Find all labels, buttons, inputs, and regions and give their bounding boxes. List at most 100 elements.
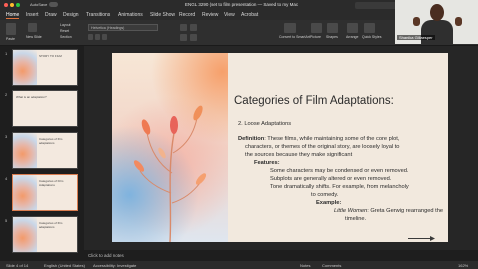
- align-center-icon[interactable]: [190, 34, 197, 41]
- close-window-icon[interactable]: [4, 3, 8, 7]
- thumb-number: 1: [5, 51, 8, 56]
- presenter-head: [430, 4, 444, 21]
- thumb-title: Categories of Film Adaptations: [39, 179, 64, 187]
- paste-icon[interactable]: [6, 23, 16, 35]
- example-title: Little Women: [334, 208, 368, 214]
- definition-label: Definition: [238, 136, 265, 142]
- slide-counter: Slide 4 of 14: [6, 262, 29, 268]
- features-label: Features:: [254, 160, 280, 166]
- zoom-level[interactable]: 162%: [458, 263, 468, 268]
- feature-3b: to comedy.: [311, 192, 339, 198]
- font-name-dropdown[interactable]: Helvetica (Headings): [88, 24, 158, 31]
- picture-icon[interactable]: [311, 23, 322, 33]
- example-line-1: Little Women: Greta Gerwig rearranged th…: [334, 208, 443, 214]
- presenter-name: Shanika Gillaesper: [397, 35, 435, 40]
- arrange-label: Arrange: [346, 35, 359, 39]
- thumb-artwork: [13, 217, 37, 252]
- tab-draw[interactable]: Draw: [45, 12, 57, 18]
- paste-label: Paste: [6, 37, 15, 41]
- features-label-text: Features: [254, 160, 278, 166]
- arrange-icon[interactable]: [347, 23, 358, 33]
- notes-placeholder: Click to add notes: [88, 252, 124, 258]
- autosave-label: AutoSave: [30, 2, 48, 7]
- tab-insert[interactable]: Insert: [26, 12, 39, 18]
- current-slide[interactable]: Categories of Film Adaptations: 2. Loose…: [112, 53, 448, 242]
- autosave-toggle[interactable]: [49, 2, 58, 7]
- maximize-window-icon[interactable]: [16, 3, 20, 7]
- shapes-label: Shapes: [326, 35, 338, 39]
- convert-smartart-label: Convert to SmartArt: [279, 35, 310, 39]
- minimize-window-icon[interactable]: [10, 3, 14, 7]
- tab-home[interactable]: Home: [6, 12, 20, 19]
- presenter-body: [421, 20, 453, 44]
- slide-thumbnails-panel: 1 STORY TO FILM 2 What is an adaptation?…: [0, 46, 84, 262]
- status-bar: Slide 4 of 14 English (United States) Ac…: [0, 261, 478, 269]
- tab-view[interactable]: View: [224, 12, 235, 18]
- font-name-value: Helvetica (Headings): [91, 26, 125, 30]
- picture-label: Picture: [310, 35, 321, 39]
- definition-line-3: the sources because they make significan…: [245, 152, 353, 158]
- thumb-title: What is an adaptation?: [16, 95, 47, 99]
- slide-thumbnail-3[interactable]: Categories of film adaptations: [12, 132, 78, 169]
- thumb-artwork: [13, 133, 37, 168]
- convert-smartart-icon[interactable]: [284, 23, 296, 33]
- slide-canvas: Categories of Film Adaptations: 2. Loose…: [84, 46, 478, 250]
- tab-slide-show[interactable]: Slide Show: [150, 12, 175, 18]
- presenter-left-hand: [413, 17, 420, 26]
- feature-1: Some characters may be condensed or even…: [270, 168, 409, 174]
- tab-review[interactable]: Review: [202, 12, 218, 18]
- quick-styles-label: Quick Styles: [362, 35, 382, 39]
- thumb-number: 3: [5, 134, 8, 139]
- accessibility-status[interactable]: Accessibility: Investigate: [93, 263, 136, 268]
- tab-record[interactable]: Record: [179, 12, 195, 18]
- shapes-icon[interactable]: [327, 23, 338, 33]
- arrow-head-icon: [430, 236, 435, 241]
- thumb-title: Categories of film adaptations: [39, 221, 63, 229]
- slide-thumbnail-5[interactable]: Categories of film adaptations: [12, 216, 78, 253]
- new-slide-icon[interactable]: [28, 23, 37, 32]
- flower-artwork: [112, 53, 228, 242]
- thumb-title: STORY TO FILM: [39, 54, 62, 58]
- slide-thumbnail-1[interactable]: STORY TO FILM: [12, 49, 78, 86]
- thumb-artwork: [13, 175, 37, 210]
- align-left-icon[interactable]: [180, 34, 187, 41]
- definition-line-2: characters, or themes of the original st…: [245, 144, 400, 150]
- feature-3a: Tone dramatically shifts. For example, f…: [270, 184, 409, 190]
- new-slide-label: New Slide: [26, 35, 42, 39]
- example-text-1: : Greta Gerwig rearranged the: [367, 208, 444, 214]
- quick-styles-icon[interactable]: [364, 23, 375, 33]
- slide-thumbnail-2[interactable]: What is an adaptation?: [12, 90, 78, 127]
- definition-line-1: Definition: These films, while maintaini…: [238, 136, 399, 142]
- comments-toggle[interactable]: Comments: [322, 263, 341, 268]
- feature-2: Subplots are generally altered or even r…: [270, 176, 392, 182]
- bullets-icon[interactable]: [180, 24, 187, 31]
- thumb-number: 2: [5, 92, 8, 97]
- document-title: ENGL 3290 (set to film presentation — Sa…: [185, 1, 299, 7]
- thumb-number: 4: [5, 176, 8, 181]
- tab-transitions[interactable]: Transitions: [86, 12, 110, 18]
- tab-animations[interactable]: Animations: [118, 12, 143, 18]
- example-label: Example:: [316, 200, 342, 206]
- layout-button[interactable]: Layout: [60, 23, 71, 27]
- subheading: 2. Loose Adaptations: [238, 121, 292, 127]
- flower-illustration: [133, 105, 207, 242]
- underline-icon[interactable]: [102, 34, 107, 40]
- tab-acrobat[interactable]: Acrobat: [241, 12, 258, 18]
- bold-icon[interactable]: [88, 34, 93, 40]
- thumb-number: 5: [5, 218, 8, 223]
- numbering-icon[interactable]: [190, 24, 197, 31]
- tab-design[interactable]: Design: [63, 12, 79, 18]
- arrow-decoration: [408, 238, 432, 239]
- example-line-2: timeline.: [345, 216, 367, 222]
- italic-icon[interactable]: [95, 34, 100, 40]
- example-label-text: Example: [316, 200, 340, 206]
- definition-text-1: : These films, while maintaining some of…: [264, 136, 400, 142]
- notes-pane[interactable]: Click to add notes: [84, 250, 478, 261]
- slide-thumbnail-4[interactable]: Categories of Film Adaptations: [12, 174, 78, 211]
- thumb-artwork: [13, 50, 37, 85]
- language-indicator[interactable]: English (United States): [44, 263, 85, 268]
- reset-button[interactable]: Reset: [60, 29, 69, 33]
- section-button[interactable]: Section: [60, 35, 72, 39]
- thumb-title: Categories of film adaptations: [39, 137, 63, 145]
- notes-toggle[interactable]: Notes: [300, 263, 310, 268]
